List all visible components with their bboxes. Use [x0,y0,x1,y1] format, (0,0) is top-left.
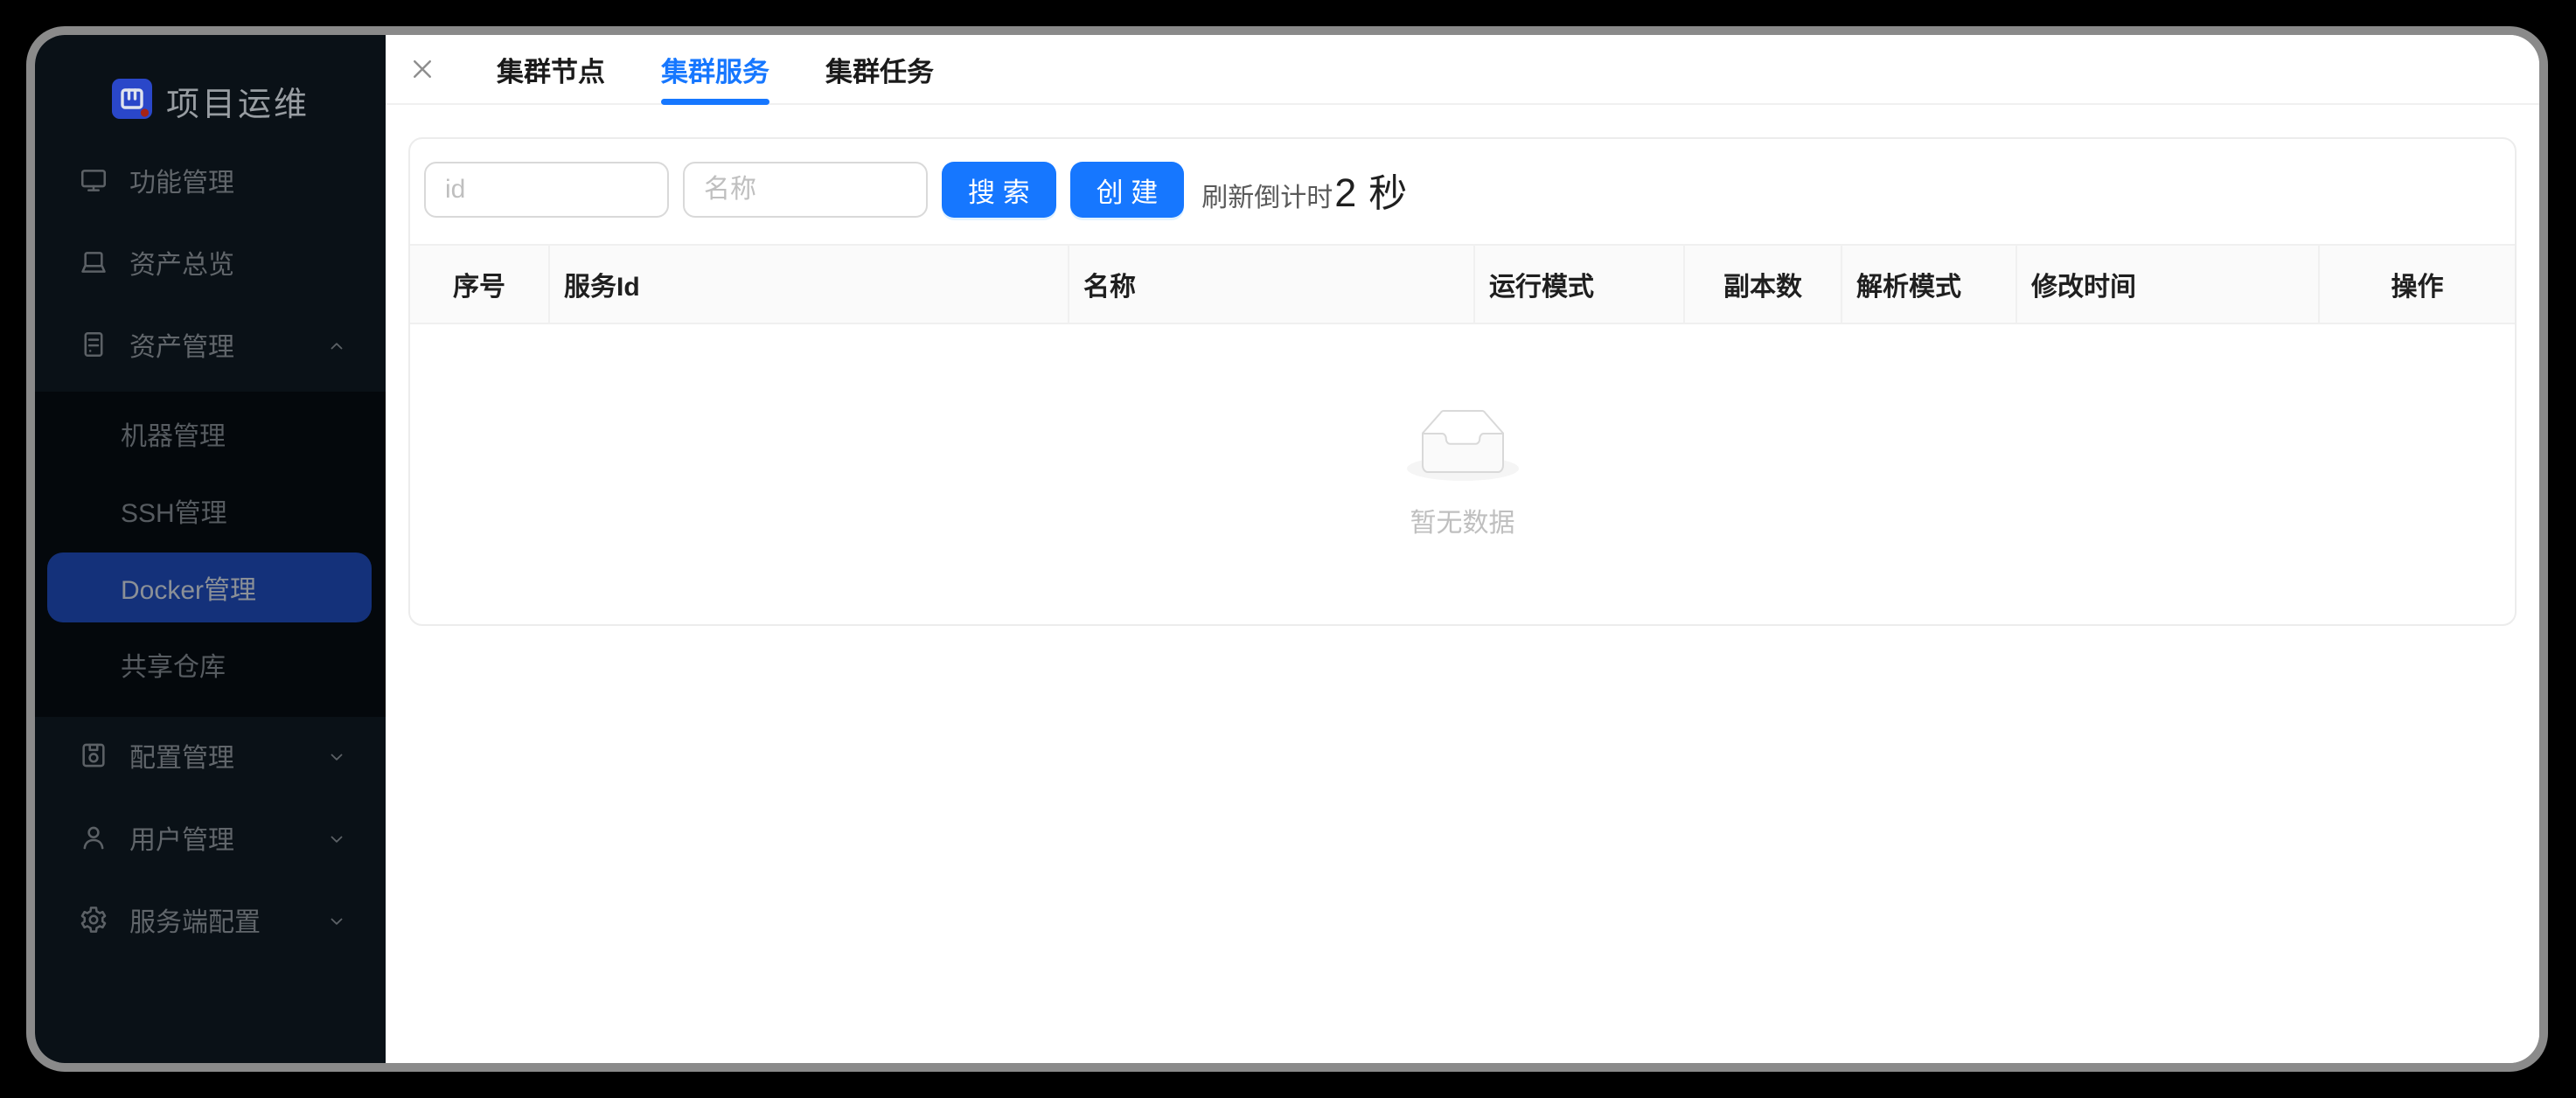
chevron-up-icon [326,334,347,355]
column-header-replicas: 副本数 [1685,246,1842,323]
tab-bar: 集群节点 集群服务 集群任务 [386,35,2539,105]
column-header-actions: 操作 [2320,246,2515,323]
column-header-index: 序号 [410,246,550,323]
sidebar-menu: 功能管理 资产总览 [35,145,386,967]
tab-cluster-tasks[interactable]: 集群任务 [825,35,934,103]
tab-cluster-nodes[interactable]: 集群节点 [497,35,605,103]
search-toolbar: 搜 索 创 建 刷新倒计时 2 秒 [410,139,2515,218]
sidebar-item-label: 资产总览 [129,243,234,281]
name-input[interactable] [683,162,928,218]
tab-label: 集群服务 [661,50,769,89]
tab-label: 集群任务 [825,50,934,89]
screen: 项目运维 功能管理 [0,0,2576,1098]
sidebar-item-label: 资产管理 [129,325,234,364]
sidebar-item-asset-mgmt[interactable]: 资产管理 [35,309,386,379]
column-header-modified: 修改时间 [2017,246,2320,323]
sidebar-item-config-mgmt[interactable]: 配置管理 [35,720,386,790]
refresh-countdown-suffix: 秒 [1368,162,1407,218]
create-button[interactable]: 创 建 [1070,162,1185,218]
sidebar-item-machine-mgmt[interactable]: 机器管理 [35,399,386,469]
table-empty-state: 暂无数据 [410,324,2515,624]
sidebar-item-user-mgmt[interactable]: 用户管理 [35,803,386,872]
monitor-icon [79,165,108,195]
sidebar-item-asset-overview[interactable]: 资产总览 [35,227,386,297]
app-logo: 项目运维 [112,80,386,121]
sidebar-item-label: 用户管理 [129,818,234,857]
sidebar-item-docker-mgmt[interactable]: Docker管理 [47,552,372,622]
column-header-service-id: 服务Id [550,246,1069,323]
empty-text: 暂无数据 [1410,501,1515,539]
main-content: 集群节点 集群服务 集群任务 搜 索 创 建 [386,35,2539,1063]
sidebar-item-function-mgmt[interactable]: 功能管理 [35,145,386,215]
tab-cluster-services[interactable]: 集群服务 [661,35,769,103]
submenu-item-label: Docker管理 [121,568,256,607]
sidebar-item-server-config[interactable]: 服务端配置 [35,885,386,955]
id-input[interactable] [424,162,669,218]
column-header-parse-mode: 解析模式 [1842,246,2017,323]
chevron-down-icon [326,827,347,848]
laptop-icon [79,247,108,277]
close-icon[interactable] [409,56,435,82]
chevron-down-icon [326,909,347,930]
column-header-name: 名称 [1069,246,1475,323]
logo-mark-icon [112,79,152,123]
sidebar-item-shared-repo[interactable]: 共享仓库 [35,629,386,699]
refresh-countdown: 刷新倒计时 2 秒 [1201,162,1407,218]
table-header: 序号 服务Id 名称 运行模式 副本数 解析模式 修改时间 操作 [410,244,2515,324]
submenu-item-label: 机器管理 [121,414,226,453]
gear-icon [79,905,108,935]
sidebar: 项目运维 功能管理 [35,35,386,1063]
submenu-item-label: SSH管理 [121,491,227,530]
cluster-services-panel: 搜 索 创 建 刷新倒计时 2 秒 序号 服务Id 名称 运行模式 副本数 解析… [408,137,2517,626]
chevron-down-icon [326,745,347,766]
sidebar-item-label: 配置管理 [129,736,234,775]
save-icon [79,740,108,770]
empty-inbox-icon [1407,409,1519,485]
sidebar-item-label: 功能管理 [129,161,234,199]
sidebar-item-ssh-mgmt[interactable]: SSH管理 [35,476,386,546]
app-window: 项目运维 功能管理 [26,26,2548,1072]
sidebar-item-label: 服务端配置 [129,900,261,939]
column-header-run-mode: 运行模式 [1475,246,1685,323]
search-button[interactable]: 搜 索 [942,162,1056,218]
app-title: 项目运维 [166,77,310,125]
user-icon [79,823,108,852]
submenu-item-label: 共享仓库 [121,645,226,684]
tab-label: 集群节点 [497,50,605,89]
asset-mgmt-submenu: 机器管理 SSH管理 Docker管理 共享仓库 [35,392,386,717]
tabs: 集群节点 集群服务 集群任务 [497,35,934,103]
server-icon [79,330,108,359]
refresh-countdown-value: 2 [1334,170,1356,216]
refresh-countdown-label: 刷新倒计时 [1201,176,1333,214]
